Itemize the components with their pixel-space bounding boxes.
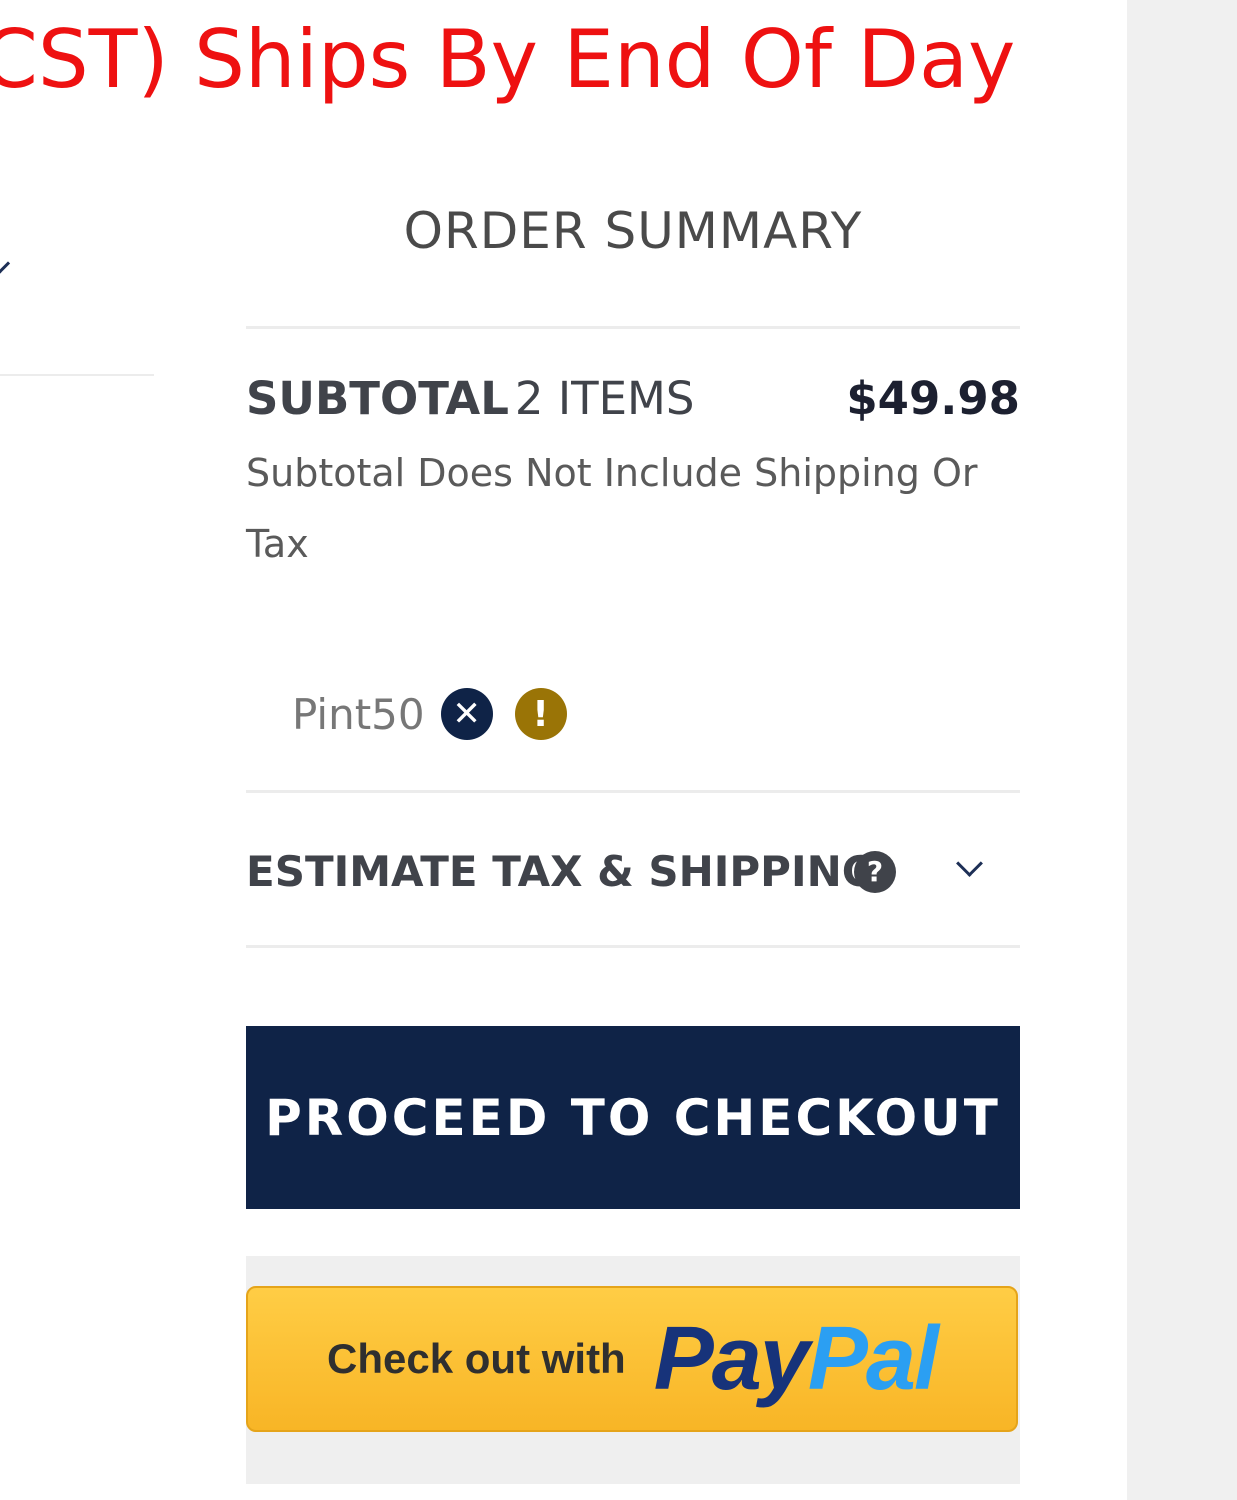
paypal-logo-pal: Pal — [807, 1308, 939, 1409]
question-circle-icon[interactable]: ? — [854, 851, 896, 893]
proceed-to-checkout-button[interactable]: PROCEED TO CHECKOUT — [246, 1026, 1020, 1209]
summary-divider — [246, 790, 1020, 793]
subtotal-amount: $49.98 — [846, 372, 1020, 425]
summary-divider — [246, 326, 1020, 329]
summary-divider — [246, 945, 1020, 948]
chevron-down-icon[interactable] — [956, 850, 983, 877]
subtotal-label-group: SUBTOTAL 2 ITEMS — [246, 368, 694, 430]
subtotal-item-count: 2 ITEMS — [514, 372, 695, 425]
estimate-tax-shipping-label: ESTIMATE TAX & SHIPPING — [246, 847, 877, 896]
close-circle-icon[interactable]: ✕ — [440, 688, 493, 740]
left-divider — [0, 374, 154, 376]
paypal-logo: PayPal — [653, 1308, 939, 1411]
paypal-checkout-button[interactable]: Check out with PayPal — [246, 1286, 1018, 1432]
paypal-logo-pay: Pay — [653, 1308, 810, 1409]
paypal-panel: Check out with PayPal — [246, 1256, 1020, 1484]
applied-coupon: Pint50 ✕ ! — [292, 684, 567, 744]
exclamation-circle-icon[interactable]: ! — [514, 688, 567, 740]
page-right-gutter — [1127, 0, 1237, 1500]
subtotal-label: SUBTOTAL — [246, 372, 509, 425]
subtotal-row: SUBTOTAL 2 ITEMS $49.98 — [246, 368, 1020, 430]
chevron-down-icon[interactable] — [0, 252, 11, 275]
estimate-tax-shipping-toggle[interactable]: ESTIMATE TAX & SHIPPING ? — [246, 836, 1020, 908]
coupon-code: Pint50 — [292, 689, 425, 739]
paypal-prefix-text: Check out with — [327, 1335, 626, 1382]
shipping-banner: CST) Ships By End Of Day — [0, 13, 1016, 106]
subtotal-note: Subtotal Does Not Include Shipping Or Ta… — [246, 451, 978, 566]
order-summary-title: ORDER SUMMARY — [403, 202, 863, 260]
